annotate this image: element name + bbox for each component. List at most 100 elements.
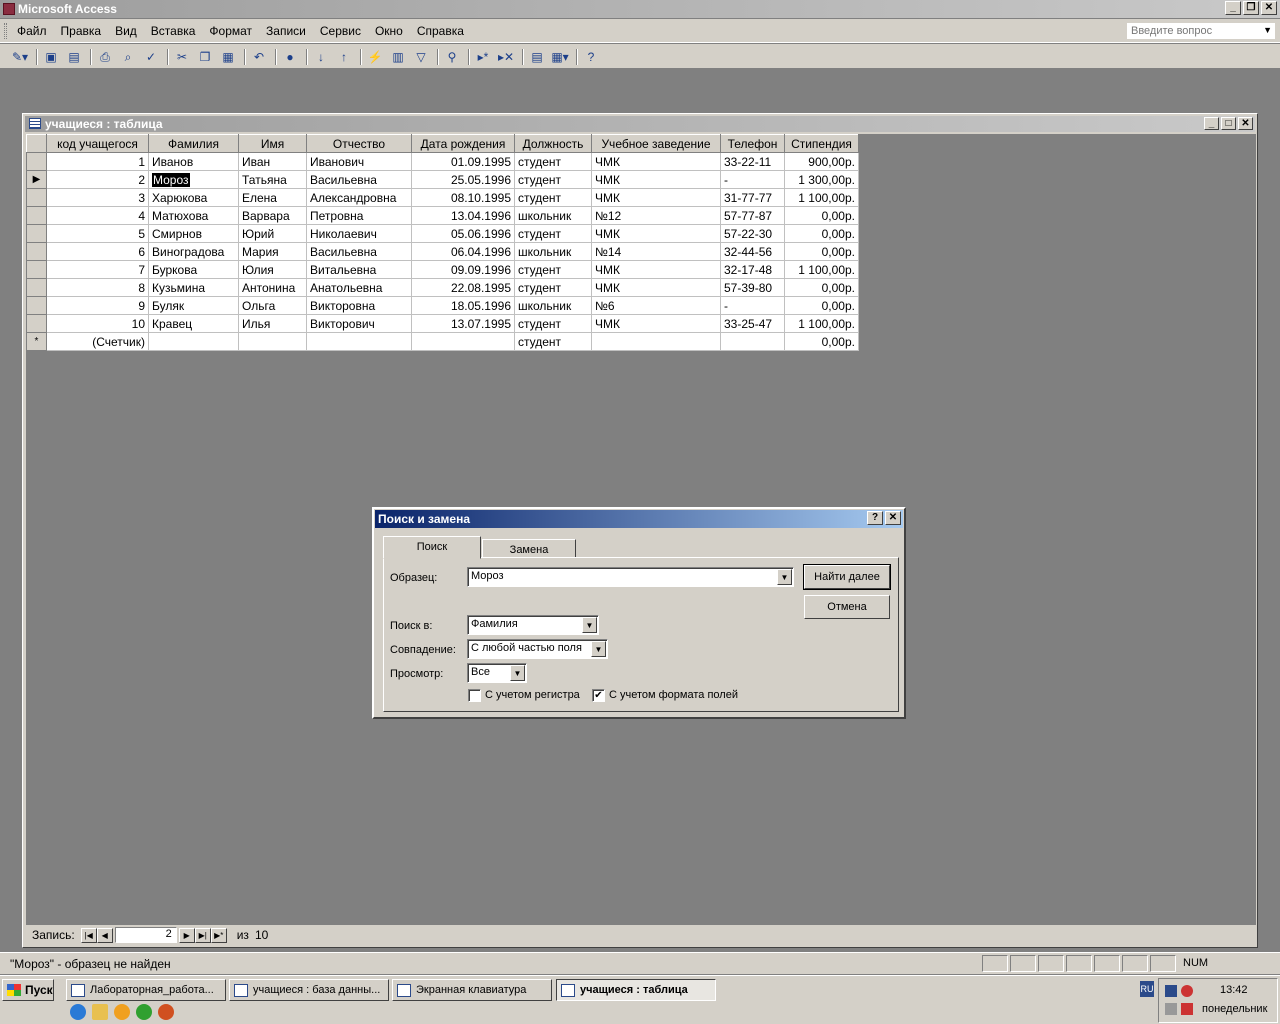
table-cell[interactable]: Витальевна <box>306 260 412 279</box>
prev-record-button[interactable]: ◀ <box>96 927 113 943</box>
table-cell[interactable]: Мороз <box>148 170 239 189</box>
table-cell[interactable]: 1 <box>46 152 149 171</box>
record-selector[interactable]: ▶ <box>26 170 47 189</box>
record-selector[interactable] <box>26 206 47 225</box>
table-cell[interactable]: школьник <box>514 296 592 315</box>
table-cell[interactable]: Иванович <box>306 152 412 171</box>
column-header[interactable]: Фамилия <box>148 134 239 153</box>
table-cell[interactable]: 57-77-87 <box>720 206 785 225</box>
new-record-button[interactable]: ▶* <box>210 927 227 943</box>
record-selector[interactable] <box>26 152 47 171</box>
clock-time[interactable]: 13:42 <box>1220 984 1248 996</box>
table-cell[interactable] <box>411 332 515 351</box>
table-cell[interactable]: Васильевна <box>306 170 412 189</box>
table-cell[interactable]: 0,00р. <box>784 206 859 225</box>
cut-icon[interactable]: ✂ <box>172 48 192 66</box>
table-cell[interactable]: 13.04.1996 <box>411 206 515 225</box>
table-cell[interactable]: Викторовна <box>306 296 412 315</box>
print-preview-icon[interactable]: ⌕ <box>118 48 138 66</box>
record-selector[interactable] <box>26 260 47 279</box>
table-row[interactable]: ▶ 2 Мороз Татьяна Васильевна 25.05.1996 студен… <box>26 170 859 189</box>
table-cell[interactable]: 05.06.1996 <box>411 224 515 243</box>
view-design-icon[interactable]: ✎▾ <box>10 48 30 66</box>
database-window-icon[interactable]: ▤ <box>527 48 547 66</box>
table-cell[interactable]: 6 <box>46 242 149 261</box>
table-cell[interactable]: 2 <box>46 170 149 189</box>
menu-grip[interactable] <box>4 23 7 39</box>
table-cell[interactable]: - <box>720 170 785 189</box>
view-select[interactable]: Все ▼ <box>467 663 527 683</box>
table-cell[interactable]: студент <box>514 332 592 351</box>
last-record-button[interactable]: ▶| <box>194 927 211 943</box>
task-access-database[interactable]: учащиеся : база данны... <box>229 979 389 1001</box>
table-cell[interactable]: Антонина <box>238 278 307 297</box>
copy-icon[interactable]: ❐ <box>195 48 215 66</box>
table-cell[interactable]: Харюкова <box>148 188 239 207</box>
column-header[interactable]: код учащегося <box>46 134 149 153</box>
table-cell[interactable]: Александровна <box>306 188 412 207</box>
table-row[interactable]: 9 Буляк Ольга Викторовна 18.05.1996 школьник №… <box>26 296 859 315</box>
table-row[interactable]: 4 Матюхова Варвара Петровна 13.04.1996 школьн… <box>26 206 859 225</box>
table-row[interactable]: 6 Виноградова Мария Васильевна 06.04.1996 шко… <box>26 242 859 261</box>
table-cell[interactable]: Юрий <box>238 224 307 243</box>
column-header[interactable]: Дата рождения <box>411 134 515 153</box>
new-record-selector[interactable]: * <box>26 332 47 351</box>
tab-replace[interactable]: Замена <box>482 539 576 558</box>
table-cell[interactable]: 25.05.1996 <box>411 170 515 189</box>
table-cell[interactable]: Кузьмина <box>148 278 239 297</box>
table-row[interactable]: 1 Иванов Иван Иванович 01.09.1995 студент ЧМК 3… <box>26 152 859 171</box>
table-cell[interactable]: Виноградова <box>148 242 239 261</box>
table-cell[interactable]: ЧМК <box>591 314 721 333</box>
table-cell[interactable]: 0,00р. <box>784 332 859 351</box>
table-cell[interactable]: 3 <box>46 188 149 207</box>
table-cell[interactable]: студент <box>514 260 592 279</box>
clock-app-icon[interactable] <box>114 1004 130 1020</box>
menu-tools[interactable]: Сервис <box>320 24 361 38</box>
table-cell[interactable]: 33-25-47 <box>720 314 785 333</box>
record-selector[interactable] <box>26 224 47 243</box>
volume-icon[interactable] <box>1165 1003 1177 1015</box>
sort-ascending-icon[interactable]: ↓ <box>311 48 331 66</box>
table-cell[interactable]: студент <box>514 278 592 297</box>
table-cell[interactable]: ЧМК <box>591 152 721 171</box>
select-all-corner[interactable] <box>26 134 47 153</box>
menu-view[interactable]: Вид <box>115 24 137 38</box>
table-cell[interactable]: студент <box>514 224 592 243</box>
record-selector[interactable] <box>26 242 47 261</box>
table-cell[interactable]: Кравец <box>148 314 239 333</box>
table-cell[interactable]: Буркова <box>148 260 239 279</box>
child-close-button[interactable]: ✕ <box>1238 117 1253 130</box>
language-indicator[interactable]: RU <box>1140 981 1154 997</box>
sort-descending-icon[interactable]: ↑ <box>334 48 354 66</box>
help-icon[interactable]: ? <box>581 48 601 66</box>
table-cell[interactable] <box>306 332 412 351</box>
column-header[interactable]: Отчество <box>306 134 412 153</box>
table-cell[interactable]: (Счетчик) <box>46 332 149 351</box>
table-cell[interactable]: 08.10.1995 <box>411 188 515 207</box>
firefox-icon[interactable] <box>158 1004 174 1020</box>
cancel-button[interactable]: Отмена <box>804 595 890 619</box>
print-icon[interactable]: ⎙ <box>95 48 115 66</box>
table-cell[interactable]: Петровна <box>306 206 412 225</box>
menu-edit[interactable]: Правка <box>61 24 102 38</box>
table-cell[interactable]: 0,00р. <box>784 296 859 315</box>
table-cell[interactable]: Илья <box>238 314 307 333</box>
table-cell[interactable]: Викторович <box>306 314 412 333</box>
table-cell[interactable]: Иванов <box>148 152 239 171</box>
find-next-button[interactable]: Найти далее <box>803 564 891 590</box>
table-cell[interactable]: 0,00р. <box>784 242 859 261</box>
table-cell[interactable] <box>720 332 785 351</box>
ask-question-box[interactable]: Введите вопрос ▼ <box>1126 22 1276 40</box>
table-cell[interactable]: Матюхова <box>148 206 239 225</box>
table-cell[interactable]: 32-44-56 <box>720 242 785 261</box>
table-cell[interactable]: Смирнов <box>148 224 239 243</box>
dialog-help-button[interactable]: ? <box>867 511 883 525</box>
sample-input[interactable]: Мороз ▼ <box>467 567 794 587</box>
table-cell[interactable]: 57-22-30 <box>720 224 785 243</box>
column-header[interactable]: Учебное заведение <box>591 134 721 153</box>
table-cell[interactable]: 1 100,00р. <box>784 188 859 207</box>
filter-by-form-icon[interactable]: ▥ <box>388 48 408 66</box>
table-cell[interactable]: ЧМК <box>591 170 721 189</box>
table-cell[interactable]: 13.07.1995 <box>411 314 515 333</box>
menu-window[interactable]: Окно <box>375 24 403 38</box>
